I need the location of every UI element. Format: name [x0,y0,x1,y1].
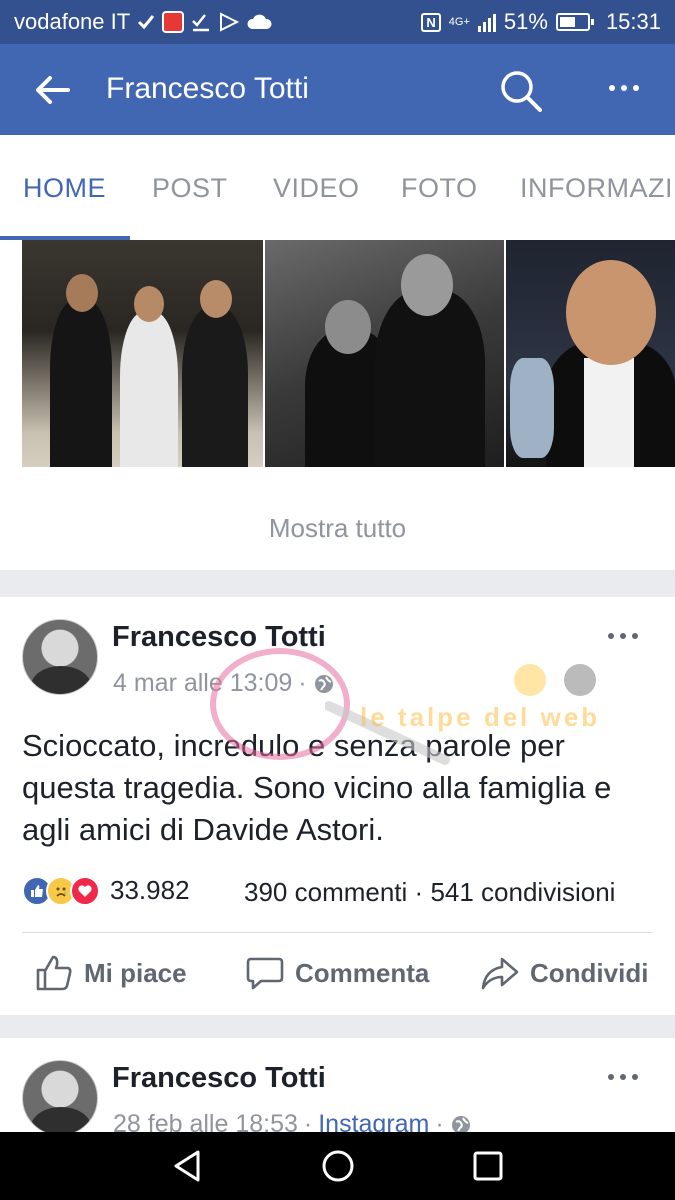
arrow-back-icon[interactable] [32,74,72,106]
more-horizontal-icon[interactable] [607,1072,639,1082]
page-title: Francesco Totti [106,72,309,105]
post-date[interactable]: 4 mar alle 13:09 [113,669,292,698]
clock: 15:31 [605,9,661,34]
avatar[interactable] [22,619,98,695]
nav-recents-icon[interactable] [470,1148,506,1184]
share-icon [481,957,519,990]
checklist-icon [192,14,210,32]
like-label: Mi piace [84,957,187,988]
tab-post[interactable]: POST [152,173,228,204]
cloud-icon [247,14,272,29]
nav-back-icon[interactable] [170,1148,206,1184]
reaction-count: 33.982 [110,875,190,905]
tab-informazioni[interactable]: INFORMAZI [520,173,673,204]
more-horizontal-icon[interactable] [607,631,639,641]
system-nav-bar [0,1132,675,1200]
show-all-link[interactable]: Mostra tutto [0,513,675,544]
stats-separator: · [414,877,424,907]
comments-count[interactable]: 390 commenti [244,877,407,907]
check-icon [138,15,155,30]
share-label: Condividi [530,957,649,988]
photo-thumbnail[interactable] [265,240,504,467]
love-reaction-icon [70,875,100,906]
battery-icon [555,13,594,31]
shares-count[interactable]: 541 condivisioni [430,877,615,907]
comment-button[interactable]: Commenta [245,953,429,993]
photo-thumbnail[interactable] [506,240,675,467]
app-bar: Francesco Totti [0,44,675,135]
tab-foto[interactable]: FOTO [401,173,478,204]
comment-label: Commenta [295,957,430,988]
notification-badge-icon [162,11,185,33]
like-button[interactable]: Mi piace [34,953,187,993]
post-meta: 4 mar alle 13:09 · [113,669,335,698]
post-stats: 390 commenti · 541 condivisioni [244,877,615,908]
reactions-summary[interactable]: 33.982 [22,875,190,906]
battery-percent: 51% [503,9,548,34]
share-button[interactable]: Condividi [480,953,648,993]
post-card: Francesco Totti 28 feb alle 18:53 · Inst… [0,1038,675,1138]
avatar[interactable] [22,1060,98,1136]
post-card: Francesco Totti 4 mar alle 13:09 · Scioc… [0,597,675,1015]
post-author[interactable]: Francesco Totti [112,621,326,654]
globe-icon [314,674,333,693]
send-check-icon [220,12,240,32]
signal-icon [477,12,496,32]
photos-section: Mostra tutto [0,240,675,570]
nfc-icon: N [421,12,441,32]
post-author[interactable]: Francesco Totti [112,1062,326,1095]
meta-separator: · [298,669,307,697]
tab-video[interactable]: VIDEO [273,173,360,204]
more-horizontal-icon[interactable] [606,78,642,98]
status-bar: vodafone IT N 4G+ 51% 15:31 [0,0,675,44]
divider [22,932,653,933]
comment-icon [246,957,284,990]
post-text: Scioccato, incredulo e senza parole per … [22,728,612,847]
tab-bar: HOME POST VIDEO FOTO INFORMAZI [0,135,675,240]
network-type-label: 4G+ [448,15,470,28]
nav-home-icon[interactable] [320,1148,356,1184]
thumbs-up-icon [36,955,72,991]
tab-home[interactable]: HOME [23,173,106,204]
photo-thumbnail[interactable] [22,240,263,467]
carrier-label: vodafone IT [14,9,131,34]
search-icon[interactable] [498,68,544,114]
